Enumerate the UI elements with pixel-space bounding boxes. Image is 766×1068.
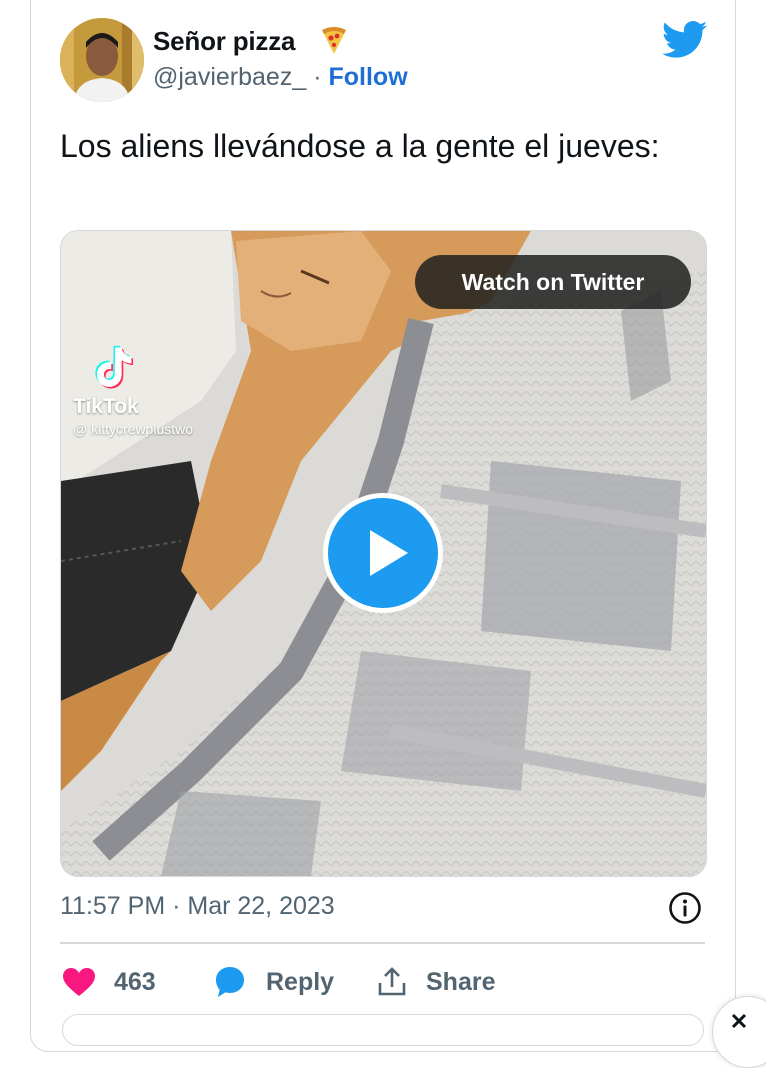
watch-on-twitter-button[interactable]: Watch on Twitter xyxy=(415,255,691,309)
video-media[interactable]: Watch on Twitter TikTok @ kittycrewplust… xyxy=(60,230,707,877)
tiktok-brand-label: TikTok xyxy=(73,395,139,418)
close-icon xyxy=(731,1013,747,1029)
tweet-text: Los aliens llevándose a la gente el juev… xyxy=(60,128,660,164)
share-icon xyxy=(378,967,406,996)
read-replies-button[interactable] xyxy=(62,1014,704,1046)
heart-icon xyxy=(63,968,95,996)
share-label: Share xyxy=(426,967,496,996)
handle[interactable]: @javierbaez_ xyxy=(153,63,306,91)
share-button[interactable]: Share xyxy=(376,962,495,1002)
follow-button[interactable]: Follow xyxy=(328,63,407,91)
twitter-bird-icon[interactable] xyxy=(662,20,708,60)
handle-row: @javierbaez_ · Follow xyxy=(153,63,408,92)
info-icon[interactable] xyxy=(668,891,702,925)
divider xyxy=(60,942,705,944)
reply-bubble-icon xyxy=(216,967,244,997)
reply-label: Reply xyxy=(266,967,335,996)
tiktok-username: @ kittycrewplustwo xyxy=(73,421,194,437)
play-button[interactable] xyxy=(323,493,443,613)
tweet-timestamp[interactable]: 11:57 PM · Mar 22, 2023 xyxy=(60,892,335,921)
play-icon xyxy=(370,530,408,576)
display-name[interactable]: Señor pizza xyxy=(153,26,295,57)
avatar[interactable] xyxy=(60,18,144,102)
reply-button[interactable]: Reply xyxy=(212,962,334,1002)
pizza-emoji-icon xyxy=(322,27,346,54)
tiktok-icon xyxy=(95,345,134,389)
separator: · xyxy=(313,63,322,91)
like-count: 463 xyxy=(114,967,156,996)
like-button[interactable]: 463 xyxy=(62,962,156,1002)
